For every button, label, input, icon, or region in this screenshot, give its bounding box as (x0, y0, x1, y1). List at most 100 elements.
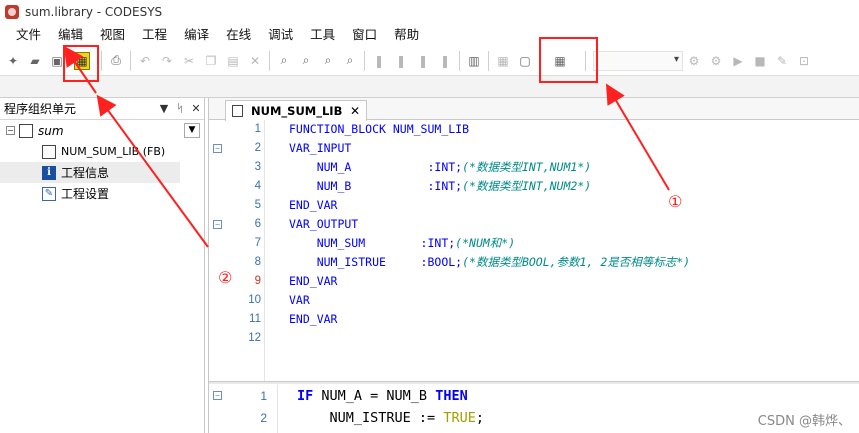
highlight-box-save-library (63, 45, 99, 82)
menu-edit[interactable]: 编辑 (50, 24, 92, 46)
menu-tools[interactable]: 工具 (302, 24, 344, 46)
code-text: NUM_A :INT;(*数据类型INT,NUM1*) (289, 158, 592, 177)
menu-bar: 文件 编辑 视图 工程 编译 在线 调试 工具 窗口 帮助 (0, 24, 859, 46)
tab-close-icon[interactable]: ✕ (350, 104, 360, 118)
code-literal: TRUE (443, 410, 476, 426)
code-line: 5 END_VAR (209, 196, 859, 215)
code-comment: (*数据类型INT,NUM2*) (462, 179, 592, 193)
fold-toggle-icon[interactable]: − (213, 144, 222, 153)
paste-icon[interactable]: ▤ (223, 51, 243, 71)
line-number: 5 (254, 199, 261, 211)
menu-file[interactable]: 文件 (8, 24, 50, 46)
code-keyword: VAR (289, 293, 310, 307)
cut-icon[interactable]: ✂ (179, 51, 199, 71)
fold-toggle-icon[interactable]: − (213, 391, 222, 400)
logout-icon[interactable]: ⚙ (706, 51, 726, 71)
watermark: CSDN @韩烨、 (757, 414, 851, 429)
editor-splitter[interactable] (209, 381, 859, 384)
code-declaration: NUM_ISTRUE :BOOL; (289, 255, 463, 269)
find-symbol-icon[interactable]: ⌕ (340, 51, 360, 71)
bookmark-icon[interactable]: ❚ (369, 51, 389, 71)
tree-item-project-settings[interactable]: ✎ 工程设置 (0, 183, 204, 204)
pin-icon[interactable]: ᛋ (172, 102, 188, 115)
line-number: 1 (254, 123, 261, 135)
code-declaration: NUM_A :INT; (289, 160, 463, 174)
panel-menu-arrow-icon[interactable]: ▼ (156, 102, 172, 115)
line-number: 12 (248, 332, 261, 344)
tree-item-project-info[interactable]: i 工程信息 (0, 162, 180, 183)
undo-icon[interactable]: ↶ (135, 51, 155, 71)
line-number: 4 (254, 180, 261, 192)
reset-icon[interactable]: ✎ (772, 51, 792, 71)
code-line: 8 NUM_ISTRUE :BOOL;(*数据类型BOOL,参数1, 2是否相等… (209, 253, 859, 272)
stop-icon[interactable]: ■ (750, 51, 770, 71)
breakpoint-icon[interactable]: ⊡ (794, 51, 814, 71)
find-in-project-icon[interactable]: ⌕ (318, 51, 338, 71)
line-number: 3 (254, 161, 261, 173)
code-declaration: NUM_SUM :INT; (289, 236, 456, 250)
open-folder-icon[interactable]: ▰ (25, 51, 45, 71)
login-icon[interactable]: ⚙ (684, 51, 704, 71)
function-block-icon (42, 144, 56, 159)
run-icon[interactable]: ▶ (728, 51, 748, 71)
clipboard-icon[interactable]: ▥ (464, 51, 484, 71)
toolbar-separator (130, 50, 131, 71)
line-number: 8 (254, 256, 261, 268)
declaration-editor[interactable]: 1 FUNCTION_BLOCK NUM_SUM_LIB − 2 VAR_INP… (209, 120, 859, 381)
title-bar: sum.library - CODESYS (0, 0, 859, 24)
line-number: 11 (249, 313, 261, 325)
copy-icon[interactable]: ❐ (201, 51, 221, 71)
annotation-marker-1: ① (668, 192, 683, 211)
delete-icon[interactable]: ✕ (245, 51, 265, 71)
code-comment: (*数据类型BOOL,参数1, 2是否相等标志*) (462, 255, 691, 269)
library-file-icon (19, 123, 33, 138)
menu-debug[interactable]: 调试 (260, 24, 302, 46)
add-object-icon[interactable]: ▢ (515, 51, 535, 71)
menu-build[interactable]: 编译 (176, 24, 218, 46)
code-keyword: THEN (435, 388, 468, 404)
tab-num-sum-lib[interactable]: NUM_SUM_LIB ✕ (225, 100, 367, 121)
tree-root-sum[interactable]: − sum (0, 120, 204, 141)
tree-item-label: 工程设置 (61, 187, 110, 201)
code-keyword: END_VAR (289, 312, 338, 326)
menu-window[interactable]: 窗口 (344, 24, 386, 46)
menu-project[interactable]: 工程 (134, 24, 176, 46)
tree-item-num-sum-lib[interactable]: NUM_SUM_LIB (FB) (0, 141, 204, 162)
fold-toggle-icon[interactable]: − (213, 220, 222, 229)
settings-icon: ✎ (42, 186, 56, 201)
menu-help[interactable]: 帮助 (386, 24, 428, 46)
document-icon (232, 105, 243, 117)
toolbar-separator (488, 50, 489, 71)
application-selector[interactable] (593, 50, 683, 71)
code-text: NUM_SUM :INT;(*NUM和*) (289, 234, 515, 253)
line-number: 2 (254, 142, 261, 154)
code-keyword: IF (297, 388, 314, 404)
line-number: 10 (248, 294, 261, 306)
main-toolbar: ✦ ▰ ▣ ▦ ⎙ ↶ ↷ ✂ ❐ ▤ ✕ ⌕ ⌕ ⌕ ⌕ ❚ ❚ ❚ ❚ ▥ … (0, 46, 859, 76)
bookmark-next-icon[interactable]: ❚ (391, 51, 411, 71)
new-file-icon[interactable]: ✦ (3, 51, 23, 71)
menu-view[interactable]: 视图 (92, 24, 134, 46)
codesys-app-icon (5, 5, 19, 19)
bookmark-prev-icon[interactable]: ❚ (413, 51, 433, 71)
code-punctuation: ; (475, 410, 484, 426)
print-icon[interactable]: ⎙ (106, 51, 126, 71)
pou-panel: 程序组织单元 ▼ ᛋ ✕ ▼ − sum NUM_SUM_LIB (FB) i … (0, 98, 205, 433)
tree-dropdown-icon[interactable]: ▼ (184, 123, 200, 138)
redo-icon[interactable]: ↷ (157, 51, 177, 71)
tree-item-label: 工程信息 (61, 166, 110, 180)
info-icon: i (42, 165, 56, 180)
panel-close-icon[interactable]: ✕ (188, 102, 204, 115)
menu-online[interactable]: 在线 (218, 24, 260, 46)
line-number: 1 (260, 389, 267, 403)
toolbar-separator (269, 50, 270, 71)
find-icon[interactable]: ⌕ (274, 51, 294, 71)
bookmark-clear-icon[interactable]: ❚ (435, 51, 455, 71)
code-line: − 1 IF NUM_A = NUM_B THEN (209, 385, 859, 407)
device-icon[interactable]: ▦ (493, 51, 513, 71)
code-line: − 2 VAR_INPUT (209, 139, 859, 158)
collapse-icon[interactable]: − (6, 126, 15, 135)
code-text: NUM_ISTRUE := TRUE; (297, 407, 484, 429)
find-replace-icon[interactable]: ⌕ (296, 51, 316, 71)
code-keyword: VAR_INPUT (289, 141, 352, 155)
